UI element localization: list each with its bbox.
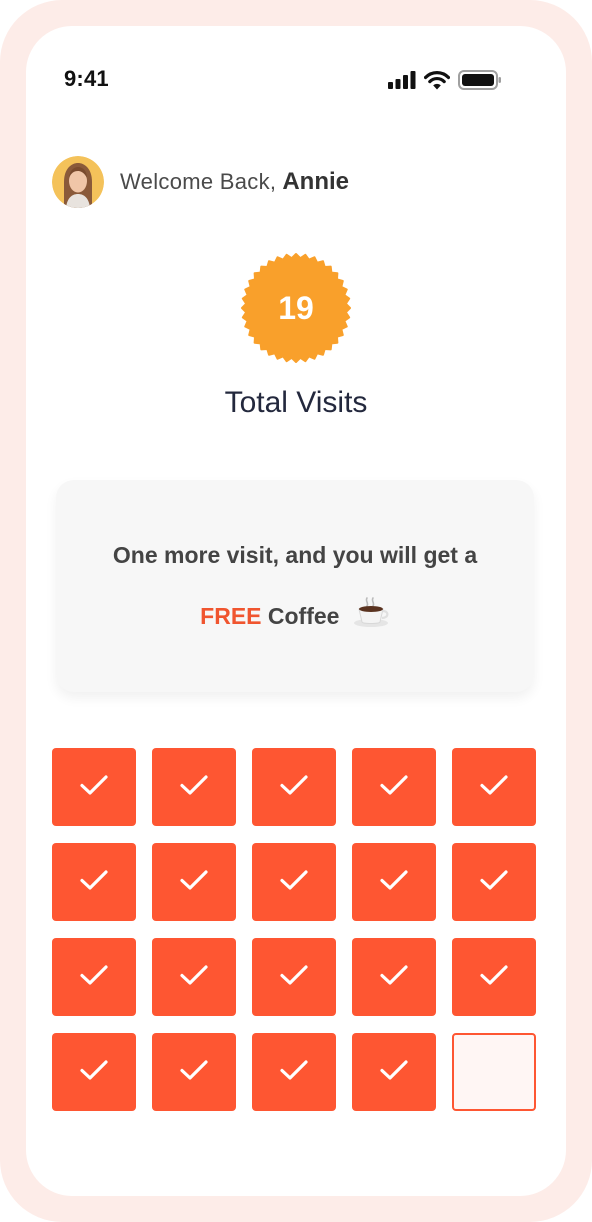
stamp-grid bbox=[52, 748, 538, 1111]
promo-card: One more visit, and you will get a FREE … bbox=[56, 480, 534, 692]
checkmark-icon bbox=[279, 1058, 309, 1087]
stamp-slot-checked[interactable] bbox=[452, 748, 536, 826]
stamp-slot-checked[interactable] bbox=[152, 748, 236, 826]
stamp-slot-checked[interactable] bbox=[252, 1033, 336, 1111]
promo-reward-word: Coffee bbox=[267, 603, 340, 629]
stamp-slot-checked[interactable] bbox=[52, 1033, 136, 1111]
coffee-cup-icon bbox=[352, 596, 390, 634]
checkmark-icon bbox=[179, 868, 209, 897]
checkmark-icon bbox=[379, 868, 409, 897]
stamp-slot-checked[interactable] bbox=[352, 843, 436, 921]
stamp-slot-checked[interactable] bbox=[352, 938, 436, 1016]
status-icons bbox=[388, 70, 502, 95]
promo-message: One more visit, and you will get a bbox=[112, 542, 478, 568]
checkmark-icon bbox=[79, 963, 109, 992]
stamp-slot-checked[interactable] bbox=[52, 938, 136, 1016]
checkmark-icon bbox=[379, 963, 409, 992]
stamp-slot-checked[interactable] bbox=[252, 938, 336, 1016]
checkmark-icon bbox=[279, 963, 309, 992]
checkmark-icon bbox=[279, 773, 309, 802]
stamp-slot-checked[interactable] bbox=[52, 748, 136, 826]
promo-reward: FREE Coffee bbox=[56, 596, 534, 634]
checkmark-icon bbox=[379, 1058, 409, 1087]
visits-count: 19 bbox=[278, 289, 314, 326]
stamp-slot-checked[interactable] bbox=[152, 938, 236, 1016]
stamp-slot-checked[interactable] bbox=[252, 748, 336, 826]
user-name: Annie bbox=[282, 168, 349, 195]
checkmark-icon bbox=[179, 963, 209, 992]
promo-free-word: FREE bbox=[200, 603, 262, 629]
checkmark-icon bbox=[79, 773, 109, 802]
stamp-slot-checked[interactable] bbox=[152, 843, 236, 921]
stamp-slot-checked[interactable] bbox=[52, 843, 136, 921]
welcome-row: Welcome Back, Annie bbox=[52, 156, 349, 208]
checkmark-icon bbox=[479, 963, 509, 992]
stamp-slot-checked[interactable] bbox=[352, 1033, 436, 1111]
status-time: 9:41 bbox=[64, 66, 109, 91]
stamp-slot-checked[interactable] bbox=[452, 843, 536, 921]
checkmark-icon bbox=[479, 773, 509, 802]
stamp-slot-empty[interactable] bbox=[452, 1033, 536, 1111]
phone-frame: 9:41 Welcome Back, Annie 19 Total Visits… bbox=[0, 0, 592, 1222]
checkmark-icon bbox=[179, 773, 209, 802]
checkmark-icon bbox=[379, 773, 409, 802]
checkmark-icon bbox=[179, 1058, 209, 1087]
checkmark-icon bbox=[79, 868, 109, 897]
battery-icon bbox=[458, 70, 502, 95]
visits-badge: 19 bbox=[240, 252, 352, 364]
checkmark-icon bbox=[279, 868, 309, 897]
stamp-slot-checked[interactable] bbox=[152, 1033, 236, 1111]
app-screen: 9:41 Welcome Back, Annie 19 Total Visits… bbox=[26, 26, 566, 1196]
checkmark-icon bbox=[79, 1058, 109, 1087]
avatar[interactable] bbox=[52, 156, 104, 208]
wifi-icon bbox=[423, 70, 451, 95]
welcome-greeting: Welcome Back, bbox=[120, 169, 277, 194]
stamp-slot-checked[interactable] bbox=[352, 748, 436, 826]
stamp-slot-checked[interactable] bbox=[252, 843, 336, 921]
total-visits-label: Total Visits bbox=[224, 386, 368, 419]
stamp-slot-checked[interactable] bbox=[452, 938, 536, 1016]
signal-icon bbox=[388, 71, 416, 94]
checkmark-icon bbox=[479, 868, 509, 897]
